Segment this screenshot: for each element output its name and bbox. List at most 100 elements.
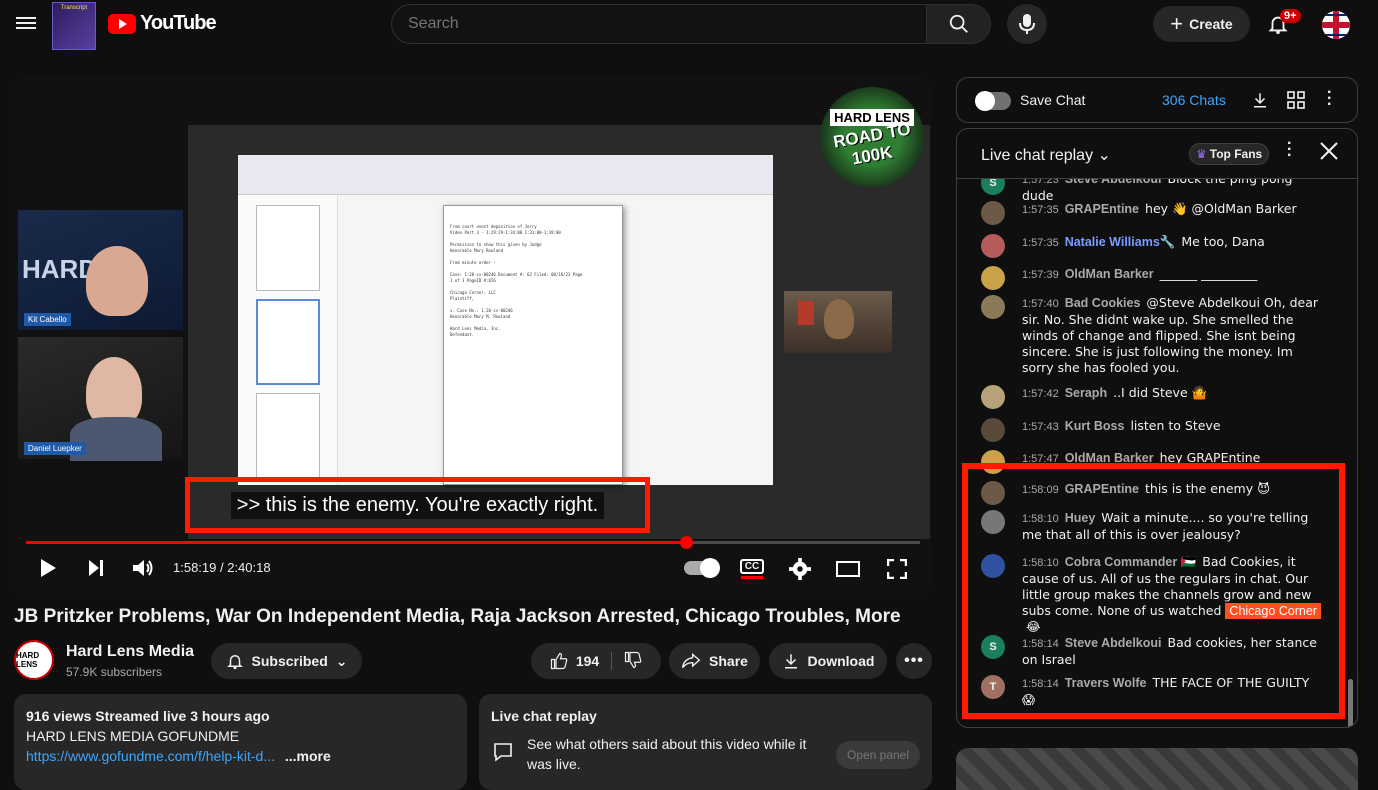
menu-icon[interactable] — [16, 14, 36, 32]
chat-author-avatar[interactable] — [981, 385, 1005, 409]
chevron-down-icon: ⌄ — [1097, 147, 1111, 164]
search-bar — [391, 4, 991, 44]
save-chat-label: Save Chat — [1020, 92, 1086, 108]
download-button[interactable]: Download — [769, 643, 887, 679]
fullscreen-icon — [887, 559, 907, 579]
chat-message[interactable]: 1:57:43 Kurt Boss listen to Steve — [981, 418, 1321, 442]
youtube-play-icon — [108, 13, 136, 34]
chat-timestamp: 1:57:23 — [1022, 179, 1059, 186]
view-stats: 916 views Streamed live 3 hours ago — [26, 708, 270, 724]
play-button[interactable] — [36, 556, 60, 580]
chat-author-name[interactable]: Seraph — [1065, 386, 1107, 400]
channel-name[interactable]: Hard Lens Media — [66, 643, 194, 661]
chat-scrollbar[interactable] — [1348, 679, 1353, 727]
video-player[interactable]: From court event deposition of Jerry Vid… — [14, 77, 932, 593]
description-line: HARD LENS MEDIA GOFUNDME — [26, 728, 240, 744]
host-camera-2: Daniel Luepker — [18, 337, 183, 461]
page-thumbnail — [256, 393, 320, 479]
autoplay-toggle[interactable] — [682, 557, 720, 579]
chat-author-name[interactable]: Kurt Boss — [1065, 419, 1125, 433]
close-icon — [1320, 142, 1338, 160]
download-chat-button[interactable] — [1251, 91, 1269, 114]
chat-message[interactable]: 1:57:39 OldMan Barker ______ _________ — [981, 266, 1321, 290]
chat-message[interactable]: 1:57:35 Natalie Williams🔧 Me too, Dana — [981, 234, 1321, 258]
layout-button[interactable] — [1287, 91, 1305, 114]
dislike-button[interactable] — [612, 651, 642, 672]
more-vertical-icon[interactable]: · · · — [1327, 85, 1332, 113]
create-button[interactable]: + Create — [1153, 6, 1250, 42]
chat-author-avatar[interactable] — [981, 234, 1005, 258]
settings-button[interactable] — [787, 556, 813, 582]
more-vertical-icon[interactable]: · · · — [1287, 136, 1292, 164]
gofundme-link[interactable]: https://www.gofundme.com/f/help-kit-d... — [26, 748, 275, 764]
grid-icon — [1287, 91, 1305, 109]
more-actions-button[interactable]: ••• — [896, 643, 932, 679]
extension-logo-text: Transcript — [60, 5, 88, 11]
close-chat-button[interactable] — [1319, 141, 1339, 166]
chat-author-name[interactable]: GRAPEntine — [1065, 202, 1139, 216]
save-chat-toggle[interactable] — [975, 91, 1011, 111]
channel-avatar[interactable]: HARD LENS — [14, 640, 54, 680]
channel-avatar-text: HARD LENS — [16, 651, 40, 669]
search-input[interactable] — [392, 5, 926, 43]
youtube-logo[interactable]: YouTube — [108, 12, 217, 35]
chat-author-name[interactable]: Steve Abdelkoui — [1065, 179, 1162, 186]
chat-author-avatar[interactable]: S — [981, 179, 1005, 195]
fullscreen-button[interactable] — [884, 556, 910, 582]
search-button[interactable] — [926, 5, 990, 43]
chat-message[interactable]: 1:57:40 Bad Cookies @Steve Abdelkoui Oh, d… — [981, 295, 1321, 376]
chat-author-name[interactable]: Bad Cookies — [1065, 296, 1141, 310]
share-button[interactable]: Share — [669, 643, 760, 679]
notification-badge: 9+ — [1280, 9, 1301, 23]
more-horizontal-icon: ••• — [904, 652, 924, 669]
theater-mode-button[interactable] — [834, 556, 862, 582]
notepad-text: From court event deposition of Jerry Vid… — [450, 224, 583, 337]
bell-icon — [226, 655, 243, 670]
volume-button[interactable] — [131, 556, 155, 580]
show-more-link[interactable]: ...more — [285, 748, 331, 764]
subscribed-button[interactable]: Subscribed ⌄ — [211, 643, 362, 679]
open-panel-button[interactable]: Open panel — [836, 741, 920, 769]
thumbs-up-icon — [550, 652, 568, 670]
guest-camera — [784, 291, 892, 353]
lcr-card-text: See what others said about this video wh… — [527, 736, 807, 772]
pdf-window: From court event deposition of Jerry Vid… — [238, 155, 773, 485]
voice-search-button[interactable] — [1007, 4, 1047, 44]
chat-message[interactable]: 1:57:35 GRAPEntine hey 👋 @OldMan Barker — [981, 201, 1321, 225]
time-display: 1:58:19 / 2:40:18 — [173, 560, 271, 575]
share-label: Share — [709, 653, 748, 669]
like-button[interactable]: 194 — [550, 652, 613, 670]
pdf-thumbnails — [238, 195, 338, 485]
gear-icon — [789, 558, 811, 580]
chat-author-avatar[interactable] — [981, 201, 1005, 225]
next-button[interactable] — [84, 556, 108, 580]
theater-icon — [836, 561, 860, 577]
chat-timestamp: 1:57:43 — [1022, 421, 1059, 433]
progress-bar[interactable] — [26, 536, 920, 549]
chat-author-avatar[interactable] — [981, 266, 1005, 290]
extension-logo[interactable]: Transcript — [52, 2, 96, 50]
chat-mode-dropdown[interactable]: Live chat replay ⌄ — [981, 145, 1111, 165]
top-fans-chip[interactable]: ♛ Top Fans — [1189, 143, 1270, 165]
player-controls: 1:58:19 / 2:40:18 CC — [14, 547, 932, 593]
top-fans-label: Top Fans — [1209, 147, 1263, 161]
account-avatar[interactable] — [1322, 11, 1350, 39]
chat-author-avatar[interactable] — [981, 418, 1005, 442]
like-dislike-group: 194 — [531, 643, 661, 679]
download-icon — [1254, 93, 1266, 108]
flag-icon — [1322, 11, 1350, 39]
download-label: Download — [807, 653, 875, 669]
chat-author-name[interactable]: OldMan Barker — [1065, 267, 1154, 281]
caption-text: >> this is the enemy. You're exactly rig… — [230, 491, 605, 519]
chat-author-name[interactable]: Natalie Williams🔧 — [1065, 235, 1176, 249]
chat-message-text: hey 👋 @OldMan Barker — [1145, 201, 1297, 216]
chat-message[interactable]: 1:57:42 Seraph ..I did Steve 🤷 — [981, 385, 1321, 409]
chat-author-avatar[interactable] — [981, 295, 1005, 319]
recommended-thumbnail[interactable] — [956, 748, 1358, 790]
captions-button[interactable]: CC — [739, 556, 765, 582]
chat-count[interactable]: 306 Chats — [1162, 92, 1226, 108]
lcr-card-title: Live chat replay — [491, 708, 597, 724]
description-box[interactable]: 916 views Streamed live 3 hours ago HARD… — [14, 694, 467, 790]
share-icon — [682, 652, 701, 669]
volume-icon — [133, 560, 153, 576]
